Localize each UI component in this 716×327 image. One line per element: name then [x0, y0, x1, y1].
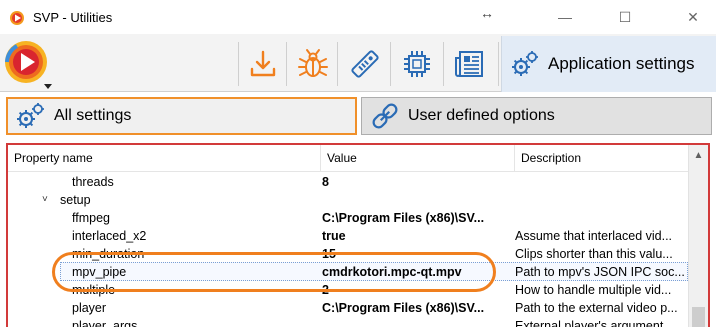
scrollbar-thumb[interactable]: [692, 307, 705, 327]
property-grid: Property name Value Description threads …: [6, 143, 710, 327]
toolbar-separator: [443, 42, 444, 86]
table-row-group[interactable]: ˅ setup: [8, 191, 688, 209]
remote-control-icon: [351, 50, 379, 78]
column-header-description[interactable]: Description: [515, 145, 688, 172]
toolbar-separator: [390, 42, 391, 86]
property-name: multiple: [72, 283, 116, 297]
user-defined-options-label: User defined options: [408, 107, 555, 124]
table-row[interactable]: min_duration 15 Clips shorter than this …: [8, 245, 688, 263]
title-bar: SVP - Utilities ↔ — ☐ ✕: [0, 0, 716, 34]
gears-icon: [17, 103, 44, 128]
table-row[interactable]: threads 8: [8, 173, 688, 191]
property-value[interactable]: 8: [322, 173, 512, 191]
table-row[interactable]: player C:\Program Files (x86)\SV... Path…: [8, 299, 688, 317]
property-description: Path to the external video p...: [515, 301, 678, 315]
vertical-scrollbar[interactable]: ▲: [688, 145, 708, 327]
property-value[interactable]: true: [322, 227, 512, 245]
property-name: min_duration: [72, 247, 145, 261]
property-name: interlaced_x2: [72, 229, 147, 243]
all-settings-button[interactable]: All settings: [6, 97, 357, 135]
link-icon: [372, 103, 398, 129]
tab-application-settings[interactable]: Application settings: [501, 36, 716, 92]
user-defined-options-button[interactable]: User defined options: [361, 97, 712, 135]
svp-app-icon: [10, 11, 24, 25]
maximize-button[interactable]: ☐: [614, 6, 636, 28]
toolbar-separator: [238, 42, 239, 86]
svp-logo-icon[interactable]: [2, 38, 56, 92]
property-name: ffmpeg: [72, 211, 110, 225]
all-settings-label: All settings: [54, 107, 132, 124]
property-description: [515, 173, 688, 191]
close-button[interactable]: ✕: [682, 6, 704, 28]
download-button[interactable]: [240, 40, 286, 88]
property-description: Path to mpv's JSON IPC soc...: [515, 265, 685, 279]
table-row[interactable]: player_args External player's argument..…: [8, 317, 688, 327]
table-row[interactable]: multiple 2 How to handle multiple vid...: [8, 281, 688, 299]
property-name: mpv_pipe: [72, 265, 127, 279]
table-row[interactable]: ffmpeg C:\Program Files (x86)\SV...: [8, 209, 688, 227]
bug-icon: [298, 49, 328, 77]
property-value[interactable]: C:\Program Files (x86)\SV...: [322, 299, 512, 317]
remote-button[interactable]: [342, 40, 388, 88]
newspaper-icon: [455, 51, 483, 77]
table-row-selected[interactable]: mpv_pipe cmdrkotori.mpc-qt.mpv Path to m…: [8, 263, 688, 281]
property-value[interactable]: 15: [322, 245, 512, 263]
download-icon: [250, 50, 276, 77]
minimize-button[interactable]: —: [554, 6, 576, 28]
toolbar-separator: [498, 42, 499, 86]
property-description: External player's argument...: [515, 319, 674, 327]
debug-button[interactable]: [290, 40, 336, 88]
toolbar-separator: [337, 42, 338, 86]
property-name: player: [72, 301, 107, 315]
group-name: setup: [60, 193, 91, 207]
resize-arrows-icon: ↔: [480, 5, 494, 21]
tab-application-settings-label: Application settings: [548, 54, 695, 73]
property-description: How to handle multiple vid...: [515, 283, 672, 297]
window-title: SVP - Utilities: [33, 10, 113, 25]
news-button[interactable]: [446, 40, 492, 88]
table-row[interactable]: interlaced_x2 true Assume that interlace…: [8, 227, 688, 245]
property-name: player_args: [72, 319, 138, 327]
property-value[interactable]: 2: [322, 281, 512, 299]
property-name: threads: [72, 175, 114, 189]
scroll-up-arrow-icon[interactable]: ▲: [689, 147, 708, 164]
toolbar: Application settings: [0, 34, 716, 92]
property-description: Assume that interlaced vid...: [515, 229, 673, 243]
cpu-chip-icon: [404, 51, 430, 77]
column-header-property-name[interactable]: Property name: [8, 145, 321, 172]
collapse-chevron-icon[interactable]: ˅: [42, 191, 48, 209]
property-value[interactable]: [322, 317, 512, 327]
property-description: Clips shorter than this valu...: [515, 247, 673, 261]
toolbar-separator: [286, 42, 287, 86]
gears-icon: [512, 51, 538, 76]
column-header-value[interactable]: Value: [321, 145, 515, 172]
grid-header: Property name Value Description: [8, 145, 688, 172]
property-value[interactable]: cmdrkotori.mpc-qt.mpv: [322, 263, 512, 281]
property-value[interactable]: C:\Program Files (x86)\SV...: [322, 209, 512, 227]
property-description: [515, 209, 688, 227]
cpu-button[interactable]: [394, 40, 440, 88]
